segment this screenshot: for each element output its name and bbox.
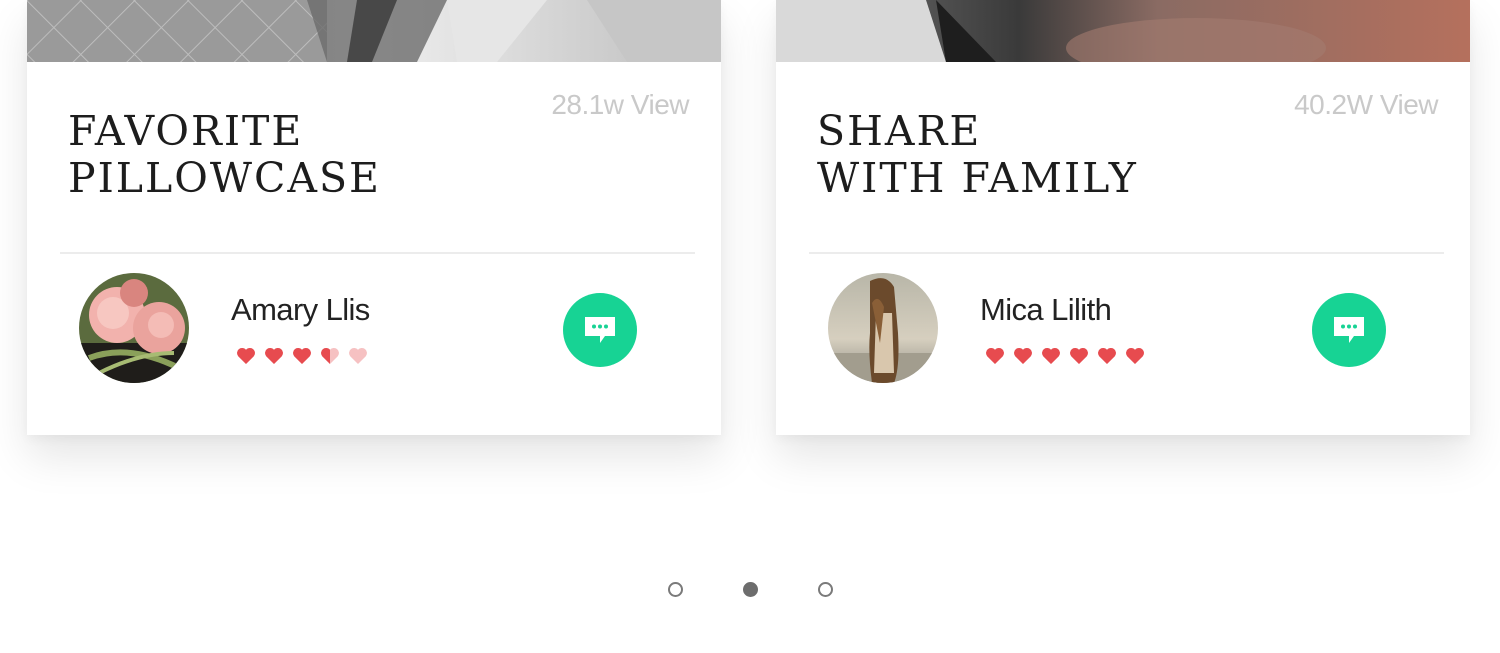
view-count: 40.2W View <box>1294 89 1438 120</box>
post-card[interactable]: FAVORITE PILLOWCASE 28.1w View Amary Lli… <box>27 0 721 435</box>
heart-icon <box>321 347 339 364</box>
author-name[interactable]: Amary Llis <box>231 292 370 328</box>
heart-icon <box>349 347 367 364</box>
card-title: FAVORITE PILLOWCASE <box>68 108 381 202</box>
heart-icon <box>1126 347 1144 364</box>
divider <box>809 252 1444 254</box>
card-title-line: FAVORITE <box>68 107 304 155</box>
heart-icon <box>237 347 255 364</box>
heart-icon <box>986 347 1004 364</box>
cover-image <box>27 0 721 62</box>
rating-hearts <box>236 346 368 366</box>
heart-icon <box>1014 347 1032 364</box>
card-title-line: SHARE <box>817 107 982 155</box>
avatar[interactable] <box>79 273 189 383</box>
view-count: 28.1w View <box>551 89 689 120</box>
chat-button[interactable] <box>1312 293 1386 367</box>
page-dot[interactable] <box>817 582 833 597</box>
carousel[interactable]: FAVORITE PILLOWCASE 28.1w View Amary Lli… <box>0 0 1500 653</box>
post-card[interactable]: SHARE WITH FAMILY 40.2W View Mica Lilith <box>776 0 1470 435</box>
card-title-line: PILLOWCASE <box>68 154 381 202</box>
chat-button[interactable] <box>563 293 637 367</box>
heart-icon <box>1070 347 1088 364</box>
heart-icon <box>1042 347 1060 364</box>
divider <box>60 252 695 254</box>
cover-image <box>776 0 1470 62</box>
pagination <box>0 582 1500 598</box>
heart-icon <box>265 347 283 364</box>
page-dot[interactable] <box>742 582 758 597</box>
avatar[interactable] <box>828 273 938 383</box>
card-title: SHARE WITH FAMILY <box>817 108 1138 202</box>
author-name[interactable]: Mica Lilith <box>980 292 1112 328</box>
page-dot[interactable] <box>667 582 683 597</box>
card-title-line: WITH FAMILY <box>817 154 1138 202</box>
chat-bubble-icon <box>1334 317 1364 343</box>
rating-hearts <box>985 346 1145 366</box>
heart-icon <box>293 347 311 364</box>
chat-bubble-icon <box>585 317 615 343</box>
heart-icon <box>1098 347 1116 364</box>
